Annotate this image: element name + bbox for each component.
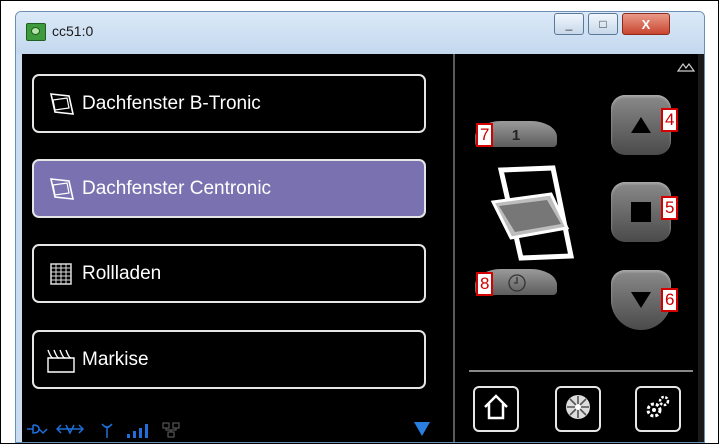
control-divider <box>469 370 693 372</box>
scroll-down-arrow-icon[interactable] <box>414 422 430 436</box>
device-label: Dachfenster Centronic <box>82 177 272 199</box>
minimize-button[interactable]: _ <box>554 13 584 35</box>
stop-square-icon <box>631 202 651 222</box>
signal-bars-icon <box>126 422 152 441</box>
callout-7: 7 <box>476 123 494 147</box>
callout-5: 5 <box>661 196 679 220</box>
callout-4: 4 <box>661 108 679 132</box>
fan-icon <box>563 392 593 427</box>
device-list-panel: Dachfenster B-Tronic Dachfenster Centron… <box>22 54 453 442</box>
awning-icon <box>46 345 76 375</box>
plug-icon <box>26 422 48 439</box>
collapse-icon[interactable] <box>676 60 696 78</box>
home-icon <box>481 392 511 427</box>
clock-icon <box>507 273 527 298</box>
device-button-dachfenster-centronic[interactable]: Dachfenster Centronic <box>32 159 426 218</box>
antenna-icon <box>100 422 114 441</box>
minimize-icon: _ <box>565 17 573 31</box>
close-button[interactable]: X <box>622 13 670 35</box>
device-label: Rollladen <box>82 262 162 284</box>
device-label: Dachfenster B-Tronic <box>82 92 261 114</box>
home-button[interactable] <box>473 386 519 432</box>
app-window: cc51:0 _ □ X Dachfenster B-Tronic Dachfe… <box>15 11 705 443</box>
maximize-icon: □ <box>599 17 607 31</box>
gear-icon <box>643 392 673 427</box>
up-arrow-icon <box>631 117 651 133</box>
settings-button[interactable] <box>635 386 681 432</box>
device-button-dachfenster-b-tronic[interactable]: Dachfenster B-Tronic <box>32 74 426 133</box>
control-panel: 1 7 8 4 5 6 <box>455 54 698 442</box>
device-label: Markise <box>82 348 149 370</box>
window-title: cc51:0 <box>52 23 94 39</box>
network-icon <box>162 422 180 441</box>
roof-window-icon <box>46 174 76 204</box>
maximize-button[interactable]: □ <box>588 13 618 35</box>
callout-6: 6 <box>661 288 679 312</box>
scrollbar[interactable] <box>698 54 704 442</box>
app-icon <box>26 23 46 41</box>
down-arrow-icon <box>631 292 651 308</box>
device-button-markise[interactable]: Markise <box>32 330 426 389</box>
title-bar: cc51:0 _ □ X <box>16 12 704 54</box>
roller-shutter-icon <box>46 259 76 289</box>
status-bar <box>22 418 453 442</box>
fan-button[interactable] <box>555 386 601 432</box>
close-icon: X <box>641 16 651 32</box>
device-button-rollladen[interactable]: Rollladen <box>32 244 426 303</box>
roof-window-icon <box>46 89 76 119</box>
arrows-icon <box>55 422 85 439</box>
app-client-area: Dachfenster B-Tronic Dachfenster Centron… <box>22 54 704 442</box>
callout-8: 8 <box>476 272 494 296</box>
roof-window-large-icon <box>481 164 581 269</box>
